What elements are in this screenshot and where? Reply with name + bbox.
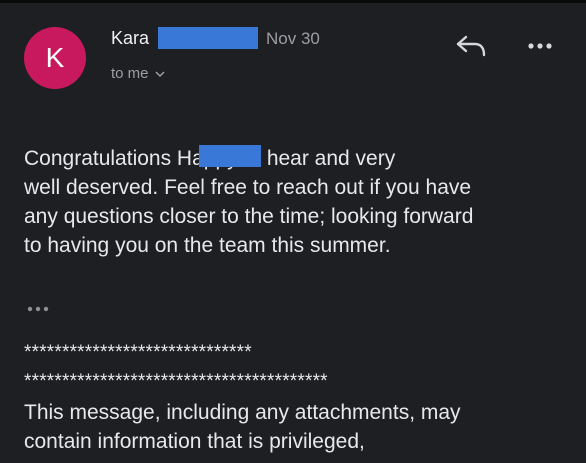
more-horizontal-icon[interactable] [524, 36, 556, 56]
chevron-down-icon [154, 70, 165, 77]
avatar-letter: K [45, 42, 65, 73]
recipient-toggle[interactable]: to me [111, 65, 165, 82]
reply-icon[interactable] [453, 31, 489, 61]
email-disclaimer: This message, including any attachments,… [24, 401, 461, 453]
signature-divider: **************************************** [24, 371, 328, 392]
trimmed-content-icon[interactable] [24, 300, 56, 318]
signature-divider: ****************************** [24, 342, 252, 363]
sender-name: Kara [111, 28, 150, 48]
redaction-box-body [199, 145, 261, 167]
redaction-box-sender [158, 27, 258, 49]
top-edge [0, 0, 586, 3]
sender-avatar[interactable]: K [24, 27, 86, 89]
recipient-label: to me [111, 65, 149, 82]
email-date: Nov 30 [266, 29, 320, 48]
email-body: Congratulations Happy to hear and very w… [24, 147, 474, 257]
email-view: K Kara Nov 30 to me Congratulations Happ… [0, 0, 586, 463]
